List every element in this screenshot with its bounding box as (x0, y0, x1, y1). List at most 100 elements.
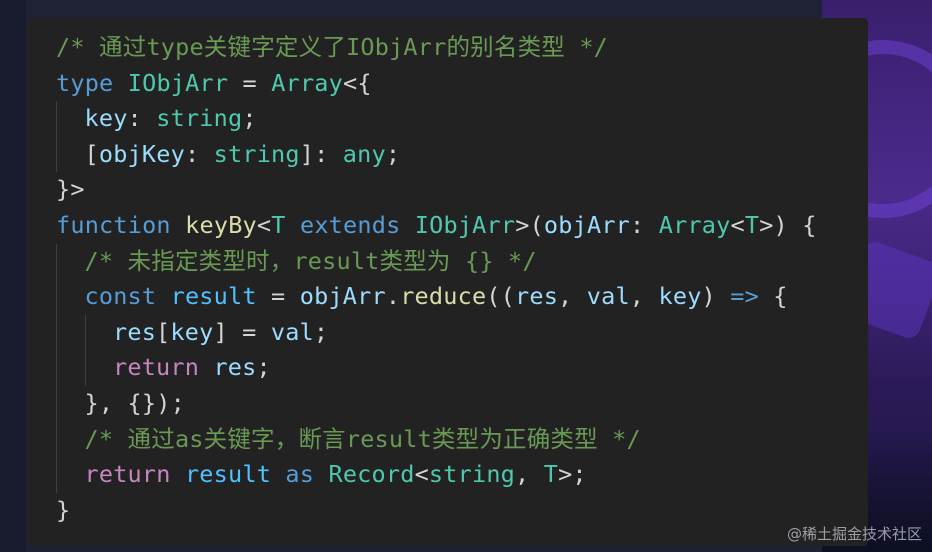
code-token-punc: < (414, 460, 429, 489)
code-token-punc (199, 353, 213, 381)
indent-guide (56, 385, 57, 422)
watermark: @稀土掘金技术社区 (786, 525, 922, 543)
code-token-punc (156, 282, 170, 310)
code-token-punc: [ (156, 317, 171, 346)
code-token-func: reduce (400, 282, 487, 311)
code-token-punc: }, {}); (84, 388, 185, 417)
code-token-punc: ]: (299, 139, 343, 168)
indent-guide (56, 279, 57, 315)
code-token-type: string (428, 460, 516, 489)
code-token-punc (171, 211, 185, 239)
code-token-punc: : (184, 139, 214, 168)
code-token-func: keyBy (185, 210, 257, 239)
code-token-var: objKey (98, 139, 185, 168)
code-token-punc (271, 460, 285, 488)
indent-guide (56, 136, 57, 173)
code-token-punc: (( (486, 282, 515, 311)
code-token-punc: < (730, 210, 745, 239)
code-token-punc (286, 211, 300, 239)
code-token-punc: ; (385, 139, 401, 168)
code-token-var: objArr (299, 282, 386, 311)
indent-guide (56, 101, 57, 137)
code-token-type: Record (328, 460, 415, 489)
code-token-control: return (113, 353, 200, 382)
code-token-var: key (84, 104, 128, 133)
code-line: const result = objArr.reduce((res, val, … (56, 279, 868, 315)
background-strip (0, 0, 26, 552)
code-token-var: res (515, 282, 559, 311)
code-token-var: key (170, 317, 214, 346)
code-token-keyword: type (56, 68, 114, 97)
code-token-type: IObjArr (414, 210, 516, 239)
code-token-punc: ] = (213, 317, 271, 346)
code-token-comment: /* 通过type关键字定义了IObjArr的别名类型 */ (56, 33, 609, 61)
indent-guide (56, 243, 57, 280)
code-token-var: res (213, 353, 257, 382)
code-token-punc: , (558, 282, 587, 311)
code-token-var: val (270, 317, 314, 346)
code-token-punc: <{ (343, 68, 372, 97)
code-token-comment: /* 通过as关键字，断言result类型为正确类型 */ (84, 424, 641, 453)
code-line: return result as Record<string, T>; (56, 457, 868, 493)
code-token-comment: /* 未指定类型时，result类型为 {} */ (84, 246, 537, 275)
code-token-keyword: extends (299, 210, 401, 239)
code-token-control: return (84, 460, 171, 489)
code-line: /* 通过type关键字定义了IObjArr的别名类型 */ (56, 30, 868, 66)
code-token-type: T (271, 210, 286, 239)
indent-guide (84, 350, 86, 386)
code-token-punc (314, 460, 328, 488)
code-token-type: any (342, 139, 386, 168)
code-token-type: Array (271, 68, 343, 97)
code-line: res[key] = val; (56, 314, 868, 351)
code-token-punc: : (127, 104, 157, 133)
indent-guide (56, 350, 57, 386)
code-token-type: T (744, 210, 760, 239)
code-token-punc: ) (701, 282, 731, 311)
code-line: key: string; (56, 101, 868, 137)
code-token-type: string (213, 139, 300, 168)
code-token-var: val (586, 282, 630, 311)
code-token-punc: ; (313, 317, 329, 346)
code-token-type: Array (658, 210, 731, 239)
indent-guide (56, 421, 57, 458)
code-token-keyword: => (730, 282, 759, 311)
code-token-punc (400, 211, 414, 239)
code-token-punc: }> (56, 175, 85, 204)
indent-guide (56, 457, 57, 493)
code-token-punc: : (630, 210, 659, 239)
code-line: /* 未指定类型时，result类型为 {} */ (56, 243, 868, 280)
code-token-punc: = (256, 282, 300, 311)
code-token-punc: >( (515, 210, 544, 239)
code-token-punc: = (228, 68, 272, 97)
code-token-punc: [ (84, 139, 99, 168)
code-token-keyword: const (84, 282, 157, 311)
code-snippet-panel: /* 通过type关键字定义了IObjArr的别名类型 */ type IObjA… (26, 18, 868, 546)
code-token-type: IObjArr (127, 68, 229, 97)
code-token-var: key (658, 282, 702, 311)
code-token-type: T (543, 460, 559, 489)
code-token-punc: } (56, 495, 71, 524)
code-token-punc: >; (558, 460, 587, 489)
code-token-keyword: function (56, 210, 171, 239)
code-line: type IObjArr = Array<{ (56, 66, 868, 102)
code-token-punc: { (758, 282, 788, 311)
code-token-punc: < (256, 210, 272, 239)
code-token-type: string (156, 104, 243, 133)
code-token-var: objArr (543, 210, 631, 239)
code-token-keyword: as (285, 460, 315, 489)
code-token-var: res (113, 317, 157, 346)
code-line: /* 通过as关键字，断言result类型为正确类型 */ (56, 421, 868, 458)
code-line: } (56, 493, 868, 529)
code-token-punc (171, 460, 185, 488)
code-token-const: result (184, 460, 272, 489)
code-line: return res; (56, 350, 868, 386)
code-line: }, {}); (56, 385, 868, 422)
code-token-punc: . (385, 282, 401, 311)
indent-guide (84, 314, 86, 351)
code-token-punc: ; (256, 353, 271, 382)
code-token-punc: ; (242, 104, 257, 133)
code-token-const: result (170, 282, 257, 311)
indent-guide (56, 314, 57, 351)
code-token-punc: , (629, 282, 659, 311)
code-line: [objKey: string]: any; (56, 136, 868, 173)
